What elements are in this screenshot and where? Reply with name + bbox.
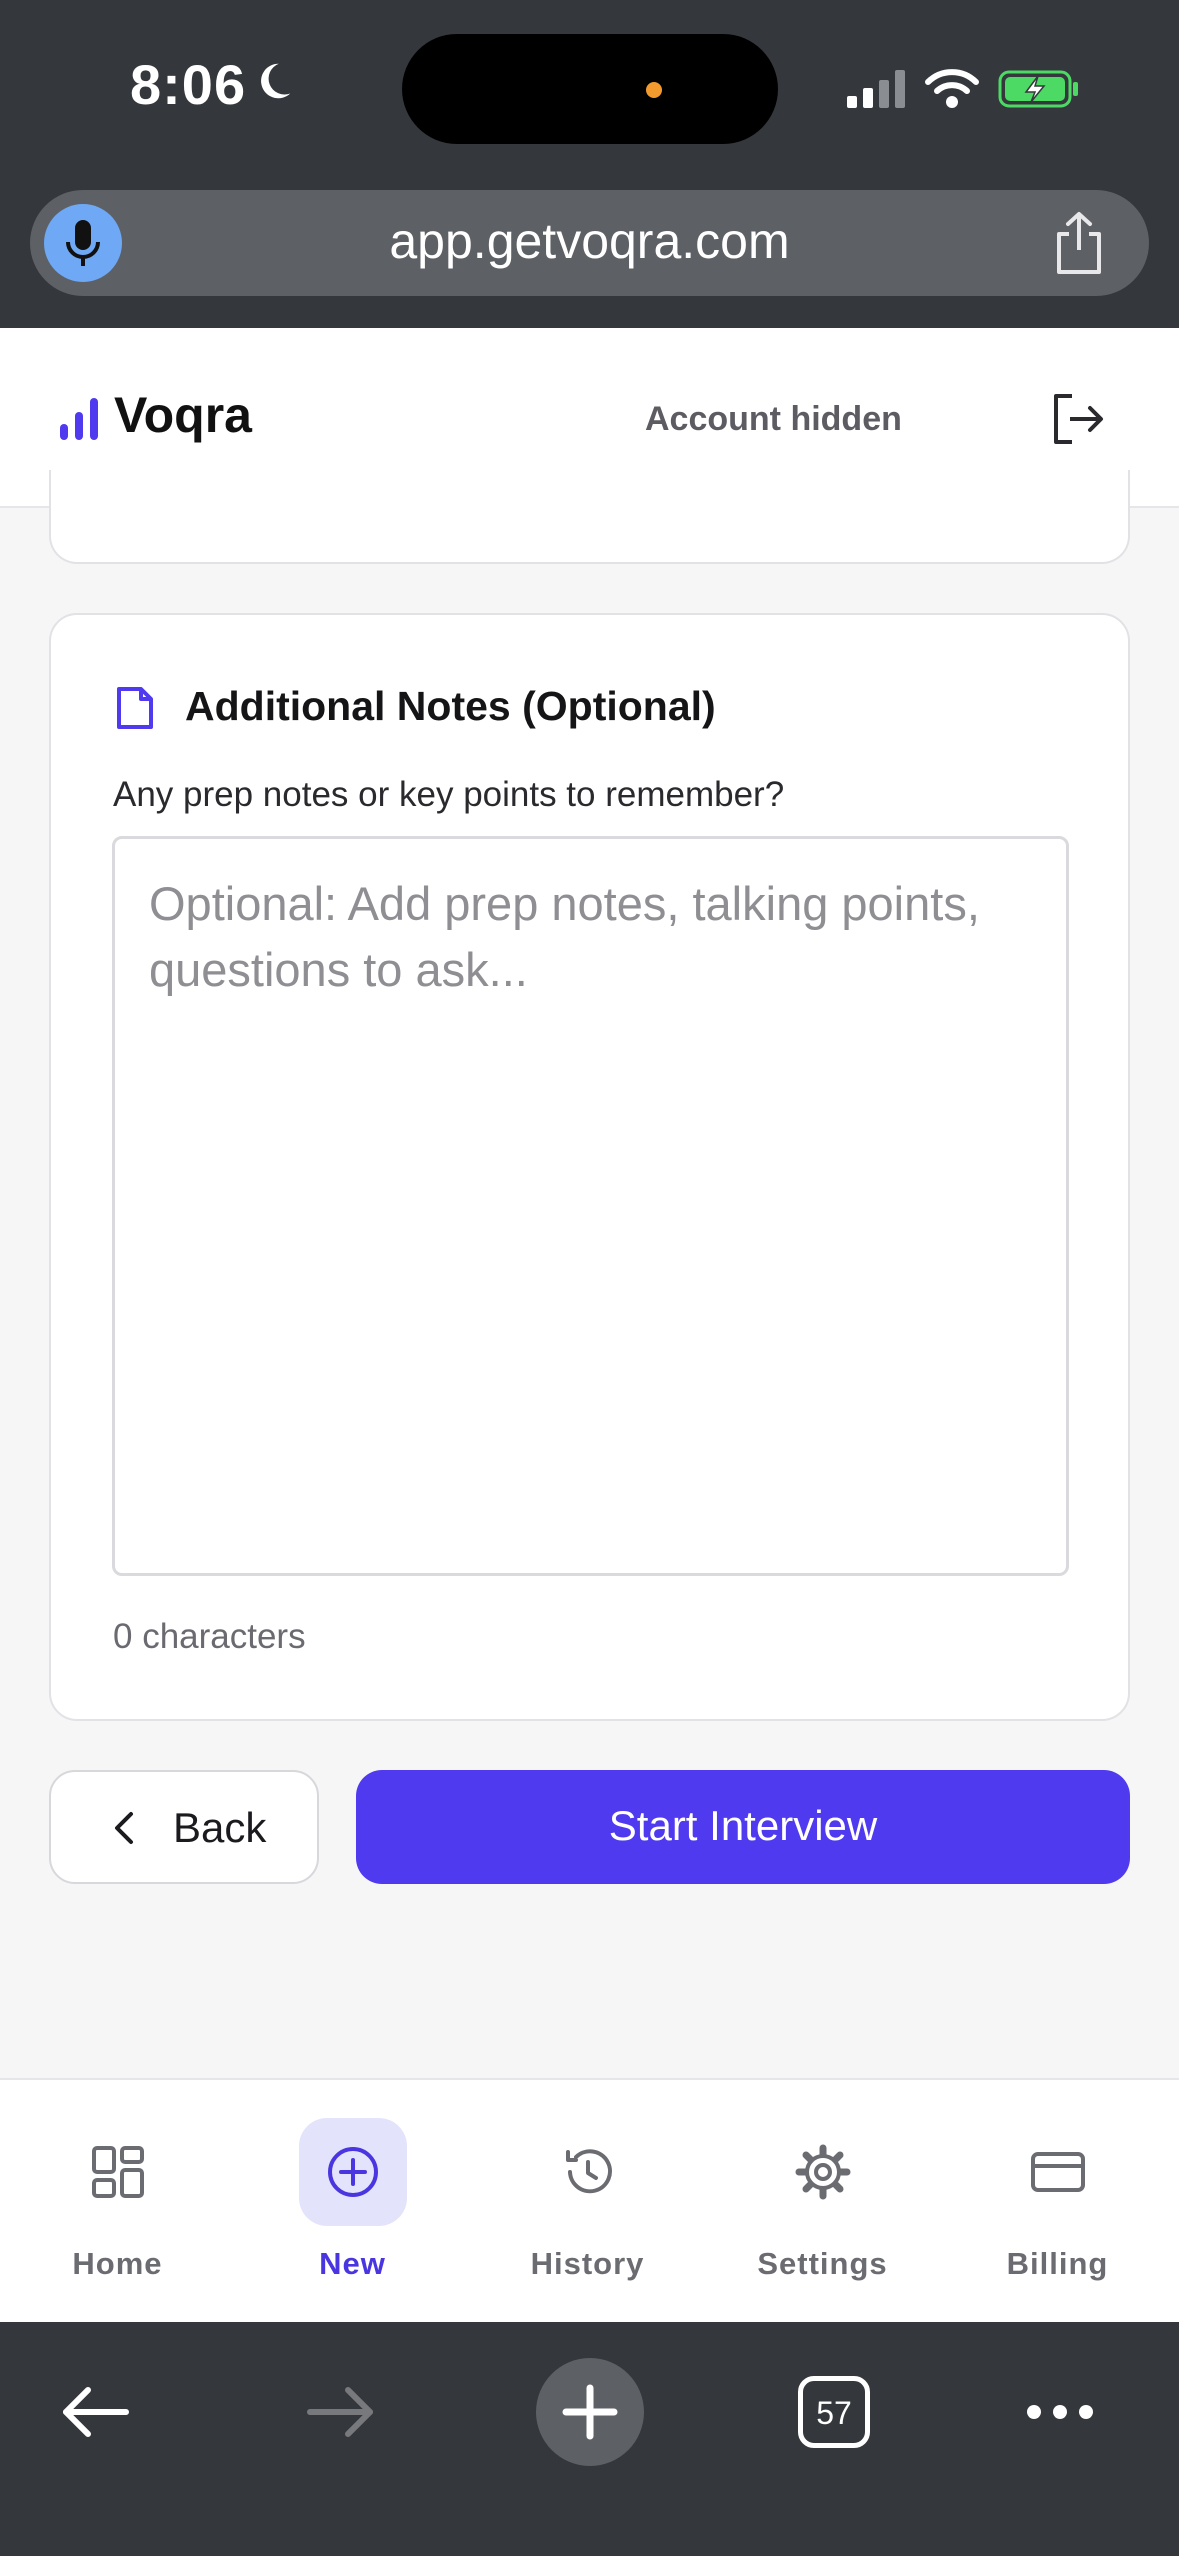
bottom-nav: Home New History Settings Billing	[0, 2078, 1179, 2322]
grid-icon	[92, 2146, 144, 2198]
forward-arrow-icon[interactable]	[304, 2382, 378, 2442]
plus-circle-icon	[328, 2147, 378, 2197]
nav-label-home: Home	[72, 2246, 163, 2281]
browser-toolbar: 57	[0, 2322, 1179, 2556]
nav-label-billing: Billing	[1006, 2246, 1109, 2281]
gear-icon	[795, 2144, 851, 2200]
nav-item-billing[interactable]: Billing	[940, 2080, 1175, 2324]
chevron-left-icon	[115, 1812, 133, 1844]
nav-item-settings[interactable]: Settings	[705, 2080, 940, 2324]
url-text[interactable]: app.getvoqra.com	[30, 212, 1149, 270]
start-interview-label: Start Interview	[608, 1802, 878, 1849]
character-count: 0 characters	[113, 1617, 306, 1656]
back-button-label: Back	[173, 1804, 267, 1851]
address-bar[interactable]: app.getvoqra.com	[30, 190, 1149, 296]
logout-icon[interactable]	[1048, 390, 1106, 448]
tab-switcher-button[interactable]: 57	[798, 2376, 870, 2448]
notes-textarea[interactable]	[112, 836, 1069, 1576]
nav-label-settings: Settings	[757, 2246, 888, 2281]
credit-card-icon	[1031, 2152, 1085, 2192]
tab-count: 57	[816, 2395, 852, 2431]
browser-top-chrome: 8:06 app.getvoqra.com	[0, 0, 1179, 328]
notes-field-label: Any prep notes or key points to remember…	[113, 775, 785, 814]
plus-icon	[562, 2384, 618, 2440]
privacy-indicator-dot	[646, 82, 662, 98]
card-title: Additional Notes (Optional)	[185, 683, 716, 729]
cellular-signal-icon	[847, 70, 905, 108]
nav-item-new[interactable]: New	[235, 2080, 470, 2324]
nav-label-history: History	[530, 2246, 645, 2281]
voqra-logo-icon	[60, 398, 98, 440]
battery-charging-icon	[998, 70, 1078, 108]
additional-notes-card: Additional Notes (Optional) Any prep not…	[49, 613, 1130, 1721]
history-icon	[566, 2149, 612, 2194]
document-icon	[117, 687, 153, 729]
account-label: Account hidden	[645, 400, 902, 438]
status-time: 8:06	[130, 53, 247, 116]
nav-item-home[interactable]: Home	[0, 2080, 235, 2324]
nav-item-history[interactable]: History	[470, 2080, 705, 2324]
dynamic-island	[402, 34, 778, 144]
wifi-icon	[925, 69, 979, 108]
start-interview-button[interactable]: Start Interview	[356, 1770, 1130, 1884]
share-icon[interactable]	[1047, 210, 1111, 276]
moon-icon	[261, 63, 291, 99]
previous-section-card	[49, 470, 1130, 564]
more-options-icon[interactable]	[1024, 2398, 1096, 2426]
new-tab-button[interactable]	[536, 2358, 644, 2466]
back-button[interactable]: Back	[49, 1770, 319, 1884]
app-logo-text[interactable]: Voqra	[114, 386, 252, 444]
back-arrow-icon[interactable]	[58, 2382, 132, 2442]
nav-label-new: New	[319, 2246, 386, 2281]
